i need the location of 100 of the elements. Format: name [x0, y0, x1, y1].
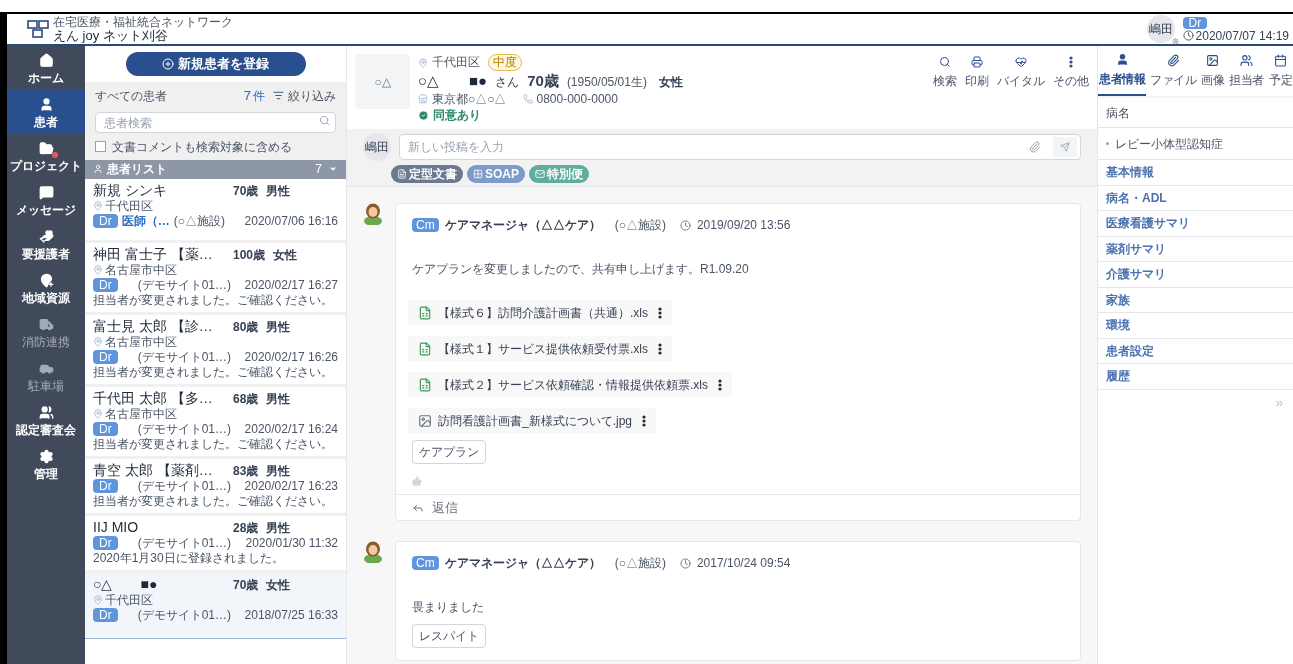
patient-avatar: ○△ — [355, 54, 410, 109]
phone-icon — [522, 94, 533, 105]
disease-name: レビー小体型認知症 — [1115, 135, 1223, 153]
info-link[interactable]: 基本情報 — [1098, 160, 1293, 186]
avatar-icon — [363, 541, 383, 563]
nav-item[interactable]: 管理 — [7, 442, 85, 486]
patient-search-field[interactable]: 患者検索 — [95, 112, 336, 133]
nav-item[interactable]: プロジェクト — [7, 134, 85, 178]
role-badge: Dr — [93, 536, 118, 550]
post-facility: (○△施設) — [614, 555, 666, 572]
more-icon[interactable] — [642, 414, 647, 427]
patient-message: 2020年1月30日に登録されました。 — [93, 550, 285, 566]
sender-facility: (デモサイト01…) — [137, 478, 231, 494]
more-icon[interactable] — [658, 306, 662, 319]
update-date: 2018/07/25 16:33 — [244, 607, 338, 623]
toolbar-button[interactable]: その他 — [1053, 56, 1089, 90]
patient-gender: 男性 — [266, 463, 291, 479]
filter-button[interactable]: 絞り込み — [273, 86, 336, 105]
patient-location: 名古屋市中区 — [105, 334, 177, 350]
template-chip[interactable]: 定型文書 — [391, 165, 463, 183]
info-link[interactable]: 介護サマリ — [1098, 262, 1293, 288]
send-button[interactable] — [1053, 137, 1077, 157]
paperclip-icon[interactable] — [1029, 141, 1041, 153]
user-avatar: 嶋田 — [363, 133, 391, 161]
nav-item[interactable]: 認定審査会 — [7, 398, 85, 442]
patient-gender: 女性 — [266, 577, 291, 593]
section-title: 病名 — [1098, 98, 1293, 128]
search-icon[interactable] — [319, 114, 330, 126]
panel-tab[interactable]: 患者情報 — [1098, 46, 1146, 96]
post-input-field[interactable]: 新しい投稿を入力 — [399, 134, 1081, 160]
patient-name: ○△ ■● — [418, 72, 488, 91]
nav-item[interactable]: 患者 — [7, 90, 85, 134]
patient-name: 富士見 太郎 【診… — [93, 316, 214, 335]
info-link[interactable]: 環境 — [1098, 313, 1293, 339]
info-link[interactable]: 薬剤サマリ — [1098, 236, 1293, 262]
folder-icon — [38, 140, 54, 156]
clock-icon — [679, 557, 691, 569]
patient-name: 新規 シンキ — [93, 180, 168, 199]
patient-list-item[interactable]: ○△ ■● 70歳 女性 千代田区 Dr (デモサイト01…) 2018/07/25 16:33 — [85, 572, 346, 639]
patient-name: IIJ MIO — [93, 517, 140, 536]
sender-facility: (○△施設) — [173, 213, 225, 229]
home-icon — [38, 52, 54, 68]
consent-status: 同意あり — [433, 107, 481, 123]
care-level-tag: 中度 — [488, 54, 522, 71]
nav-item[interactable]: 地域資源 — [7, 266, 85, 310]
toolbar-button[interactable]: バイタル — [997, 56, 1045, 90]
update-date: 2020/02/17 16:24 — [244, 421, 338, 437]
more-icon[interactable] — [658, 342, 662, 355]
settings-icon[interactable] — [1171, 38, 1179, 45]
post-date: 2017/10/24 09:54 — [696, 555, 791, 572]
patient-gender: 男性 — [266, 391, 291, 407]
user-avatar: 嶋田 — [1146, 15, 1175, 43]
patient-age: 70歳 — [233, 183, 259, 199]
spreadsheet-file-icon — [418, 377, 432, 392]
toolbar-button[interactable]: 印刷 — [965, 56, 989, 90]
patient-age: 80歳 — [233, 319, 259, 335]
post-body: 畏まりました — [412, 599, 485, 616]
register-patient-button[interactable]: 新規患者を登録 — [125, 52, 306, 76]
patient-location: 千代田区 — [432, 55, 480, 70]
update-date: 2020/07/06 16:16 — [244, 213, 338, 229]
info-link[interactable]: 家族 — [1098, 287, 1293, 313]
update-date: 2020/01/30 11:32 — [245, 535, 338, 551]
panel-tab[interactable]: ファイル — [1149, 46, 1198, 96]
clock-icon — [679, 219, 691, 231]
patient-message: 担当者が変更されました。ご確認ください。 — [93, 493, 334, 509]
image-file-icon — [418, 413, 432, 428]
patient-gender: 女性 — [273, 247, 298, 263]
info-link[interactable]: 患者設定 — [1098, 338, 1293, 364]
role-badge: Dr — [93, 479, 118, 493]
patient-age: 28歳 — [233, 520, 259, 536]
caret-icon[interactable] — [328, 164, 338, 174]
more-icon[interactable] — [718, 378, 722, 391]
nav-item[interactable]: ホーム — [7, 46, 85, 90]
bullet-icon — [1106, 142, 1109, 145]
info-link[interactable]: 履歴 — [1098, 364, 1293, 390]
patient-age: 100歳 — [233, 247, 266, 263]
nav-item[interactable]: メッセージ — [7, 178, 85, 222]
panel-tab[interactable]: 担当者 — [1228, 46, 1265, 96]
patient-message: 担当者が変更されました。ご確認ください。 — [93, 436, 334, 452]
checkbox[interactable] — [95, 141, 106, 152]
patient-location: 名古屋市中区 — [105, 262, 177, 278]
birth-date: (1950/05/01生) — [566, 75, 647, 90]
sender-facility: (デモサイト01…) — [137, 349, 231, 365]
post-tag: ケアプラン — [412, 440, 486, 464]
info-link[interactable]: 病名・ADL — [1098, 185, 1293, 211]
attachment-item[interactable]: 【様式６】訪問介護計画書（共通）.xls — [408, 300, 672, 325]
nav-item[interactable]: 要援護者 — [7, 222, 85, 266]
avatar-icon — [363, 203, 383, 225]
ambulance-icon — [38, 316, 54, 332]
patient-age: 70歳 — [527, 72, 559, 91]
attachment-item[interactable]: 【様式２】サービス依頼確認・情報提供依頼票.xls — [408, 372, 732, 397]
like-icon[interactable] — [412, 476, 422, 486]
patient-name: 青空 太郎 【薬剤… — [93, 460, 214, 479]
attachment-item[interactable]: 【様式１】サービス提供依頼受付票.xls — [408, 336, 672, 361]
attachment-item[interactable]: 訪問看護計画書_新様式について.jpg — [408, 408, 657, 433]
info-link[interactable]: 医療看護サマリ — [1098, 211, 1293, 237]
panel-tab[interactable]: 画像 — [1200, 46, 1226, 96]
panel-tab[interactable]: 予定 — [1268, 46, 1293, 96]
toolbar-button[interactable]: 検索 — [933, 56, 957, 90]
reply-button[interactable]: 返信 — [412, 497, 458, 518]
